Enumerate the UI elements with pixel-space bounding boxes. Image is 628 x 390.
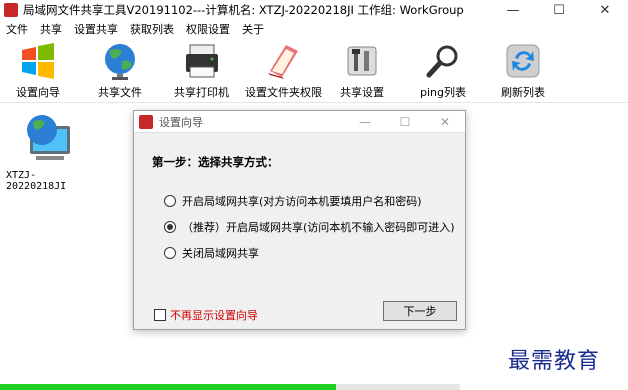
title-bar: 局域网文件共享工具V20191102---计算机名: XTZJ-20220218… — [0, 0, 628, 20]
window-title: 局域网文件共享工具V20191102---计算机名: XTZJ-20220218… — [23, 3, 464, 17]
toolbar-divider — [0, 102, 628, 103]
radio-button[interactable] — [164, 247, 176, 259]
menu-file[interactable]: 文件 — [0, 21, 34, 37]
tool-label: 刷新列表 — [501, 86, 545, 99]
magnifier-icon — [426, 45, 458, 78]
menu-permissions[interactable]: 权限设置 — [180, 21, 236, 37]
menu-about[interactable]: 关于 — [236, 21, 270, 37]
minimize-button[interactable]: — — [490, 0, 536, 20]
tools-icon — [347, 46, 377, 76]
radio-button[interactable] — [164, 195, 176, 207]
setup-wizard-dialog: 设置向导 — ☐ ✕ 第一步：选择共享方式： 开启局域网共享(对方访问本机要填用… — [133, 110, 466, 330]
dont-show-label: 不再显示设置向导 — [170, 309, 258, 322]
printer-icon — [185, 44, 218, 78]
tool-label: ping列表 — [420, 86, 466, 99]
dialog-close-button[interactable]: ✕ — [425, 111, 465, 132]
computer-name: XTZJ-20220218JI — [6, 170, 67, 192]
dialog-title-bar: 设置向导 — ☐ ✕ — [134, 111, 465, 133]
next-step-button[interactable]: 下一步 — [383, 301, 457, 321]
computer-list-item[interactable]: XTZJ-20220218JI — [6, 112, 92, 192]
option-label: 关闭局域网共享 — [182, 247, 259, 260]
share-settings-button[interactable]: 共享设置 — [340, 38, 384, 100]
checkbox-box[interactable] — [154, 309, 166, 321]
folder-permission-button[interactable]: 设置文件夹权限 — [245, 38, 322, 100]
dialog-title: 设置向导 — [159, 115, 203, 129]
dialog-controls: — ☐ ✕ — [345, 111, 465, 132]
close-button[interactable]: ✕ — [582, 0, 628, 20]
tool-label: 共享打印机 — [174, 86, 229, 99]
menu-bar: 文件 共享 设置共享 获取列表 权限设置 关于 — [0, 20, 628, 38]
tool-label: 设置向导 — [16, 86, 60, 99]
option-disable-share[interactable]: 关闭局域网共享 — [164, 245, 259, 261]
dialog-minimize-button[interactable]: — — [345, 111, 385, 132]
step-label: 第一步：选择共享方式： — [152, 155, 279, 169]
option-label: 开启局域网共享(对方访问本机要填用户名和密码) — [182, 195, 422, 208]
toolbar: 设置向导 共享文件 共享打印机 设置文件夹权限 共享设置 ping列表 刷新列表 — [0, 38, 628, 102]
dialog-app-icon — [139, 114, 153, 129]
setup-wizard-button[interactable]: 设置向导 — [16, 38, 60, 100]
tool-label: 共享文件 — [98, 86, 142, 99]
refresh-icon — [506, 44, 540, 78]
menu-get-list[interactable]: 获取列表 — [124, 21, 180, 37]
share-printer-button[interactable]: 共享打印机 — [174, 38, 229, 100]
tool-label: 共享设置 — [340, 86, 384, 99]
folder-book-icon — [267, 45, 298, 79]
option-label: （推荐）开启局域网共享(访问本机不输入密码即可进入) — [182, 221, 455, 234]
menu-set-share[interactable]: 设置共享 — [68, 21, 124, 37]
ping-list-button[interactable]: ping列表 — [420, 38, 466, 100]
option-share-no-password[interactable]: （推荐）开启局域网共享(访问本机不输入密码即可进入) — [164, 219, 455, 235]
tool-label: 设置文件夹权限 — [245, 86, 322, 99]
watermark: 最需教育 — [508, 349, 601, 374]
globe-icon — [105, 44, 135, 80]
radio-button-selected[interactable] — [164, 221, 176, 233]
dialog-maximize-button[interactable]: ☐ — [385, 111, 425, 132]
dont-show-wizard-checkbox[interactable]: 不再显示设置向导 — [154, 307, 258, 323]
share-file-button[interactable]: 共享文件 — [98, 38, 142, 100]
window-controls: — ☐ ✕ — [490, 0, 628, 20]
computer-globe-icon — [27, 115, 70, 160]
refresh-list-button[interactable]: 刷新列表 — [501, 38, 545, 100]
progress-fill — [0, 384, 336, 390]
app-icon — [4, 3, 18, 17]
menu-share[interactable]: 共享 — [34, 21, 68, 37]
option-share-with-password[interactable]: 开启局域网共享(对方访问本机要填用户名和密码) — [164, 193, 422, 209]
progress-bar — [0, 384, 460, 390]
maximize-button[interactable]: ☐ — [536, 0, 582, 20]
windows-logo-icon — [22, 43, 54, 79]
